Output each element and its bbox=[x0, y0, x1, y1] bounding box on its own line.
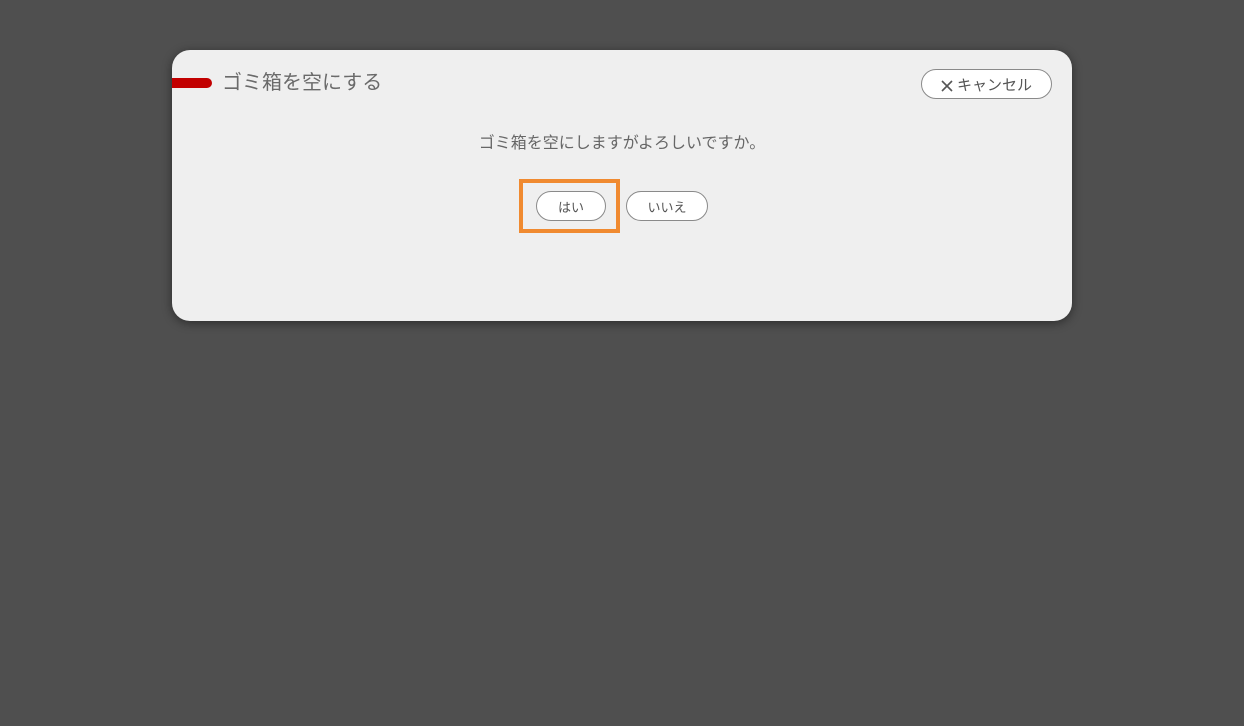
cancel-button[interactable]: キャンセル bbox=[921, 69, 1052, 99]
cancel-button-label: キャンセル bbox=[956, 75, 1032, 94]
title-accent-bar bbox=[172, 78, 212, 88]
no-button[interactable]: いいえ bbox=[626, 191, 708, 221]
empty-trash-dialog: ゴミ箱を空にする キャンセル ゴミ箱を空にしますがよろしいですか。 はい いいえ bbox=[172, 50, 1072, 321]
close-icon bbox=[941, 78, 953, 92]
confirm-buttons: はい いいえ bbox=[172, 179, 1072, 233]
confirm-message: ゴミ箱を空にしますがよろしいですか。 bbox=[478, 133, 766, 152]
dialog-title: ゴミ箱を空にする bbox=[222, 70, 383, 94]
yes-button[interactable]: はい bbox=[536, 191, 606, 221]
